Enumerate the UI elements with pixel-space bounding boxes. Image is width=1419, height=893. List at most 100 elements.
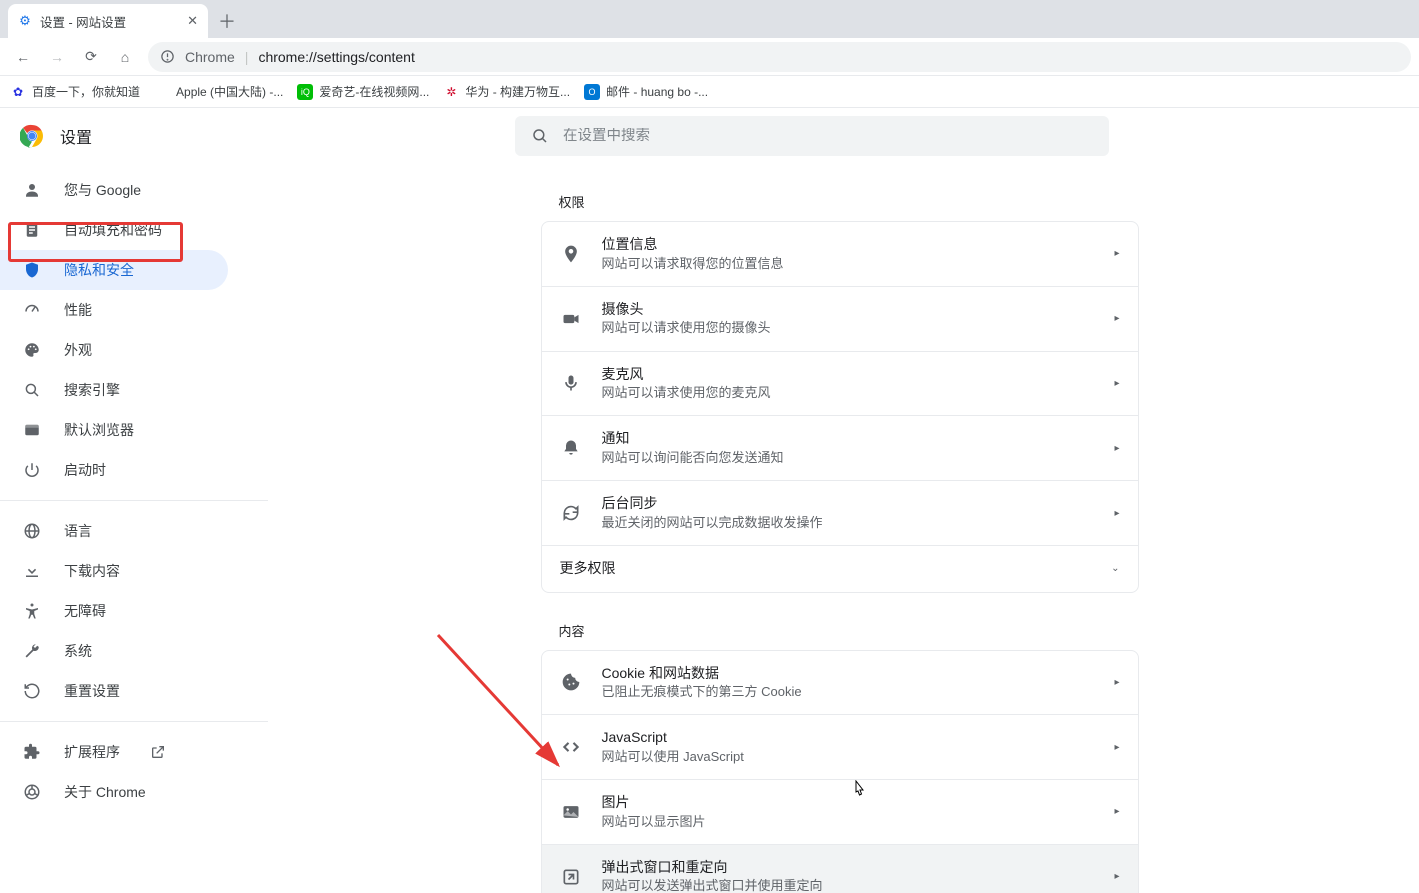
open-in-new-icon xyxy=(150,744,166,760)
bookmark-item[interactable]: ✿百度一下，你就知道 xyxy=(10,83,140,100)
home-button[interactable]: ⌂ xyxy=(110,42,140,72)
settings-header: 设置 xyxy=(0,108,1419,164)
location-icon xyxy=(560,244,582,264)
bookmark-item[interactable]: iQ爱奇艺-在线视频网... xyxy=(297,83,429,100)
sidebar-item-performance[interactable]: 性能 xyxy=(0,290,228,330)
chevron-right-icon: ▸ xyxy=(1114,677,1119,688)
content-card: Cookie 和网站数据已阻止无痕模式下的第三方 Cookie▸ JavaScr… xyxy=(541,650,1139,893)
popup-icon xyxy=(560,867,582,887)
image-icon xyxy=(560,802,582,822)
cookie-icon xyxy=(560,672,582,692)
settings-search-input[interactable] xyxy=(563,128,1093,144)
chevron-down-icon: ⌄ xyxy=(1111,563,1119,574)
globe-icon xyxy=(22,522,42,540)
chevron-right-icon: ▸ xyxy=(1114,742,1119,753)
row-images[interactable]: 图片网站可以显示图片▸ xyxy=(542,780,1138,845)
document-icon xyxy=(22,221,42,239)
chevron-right-icon: ▸ xyxy=(1114,508,1119,519)
sidebar-item-search-engine[interactable]: 搜索引擎 xyxy=(0,370,228,410)
settings-sidebar: 您与 Google 自动填充和密码 隐私和安全 性能 外观 搜索引擎 默认浏览器… xyxy=(0,164,268,893)
gear-icon: ⚙ xyxy=(18,14,32,28)
chevron-right-icon: ▸ xyxy=(1114,313,1119,324)
sidebar-item-language[interactable]: 语言 xyxy=(0,511,228,551)
speedometer-icon xyxy=(22,301,42,319)
settings-search[interactable] xyxy=(515,116,1109,156)
bookmark-bar: ✿百度一下，你就知道 Apple (中国大陆) -... iQ爱奇艺-在线视频网… xyxy=(0,76,1419,108)
chevron-right-icon: ▸ xyxy=(1114,378,1119,389)
sidebar-item-you-and-google[interactable]: 您与 Google xyxy=(0,170,228,210)
sidebar-item-downloads[interactable]: 下载内容 xyxy=(0,551,228,591)
sidebar-item-extensions[interactable]: 扩展程序 xyxy=(0,732,228,772)
camera-icon xyxy=(560,309,582,329)
omnibox[interactable]: Chrome | chrome://settings/content xyxy=(148,42,1411,72)
power-icon xyxy=(22,461,42,479)
browser-toolbar: ← → ⟳ ⌂ Chrome | chrome://settings/conte… xyxy=(0,38,1419,76)
bookmark-item[interactable]: Apple (中国大陆) -... xyxy=(154,83,283,100)
omnibox-path: chrome://settings/content xyxy=(258,49,414,65)
new-tab-button[interactable]: ＋ xyxy=(212,6,242,36)
row-more-permissions[interactable]: 更多权限⌄ xyxy=(542,546,1138,592)
microphone-icon xyxy=(560,373,582,393)
row-notifications[interactable]: 通知网站可以询问能否向您发送通知▸ xyxy=(542,416,1138,481)
row-microphone[interactable]: 麦克风网站可以请求使用您的麦克风▸ xyxy=(542,352,1138,417)
wrench-icon xyxy=(22,642,42,660)
row-background-sync[interactable]: 后台同步最近关闭的网站可以完成数据收发操作▸ xyxy=(542,481,1138,546)
section-title-permissions: 权限 xyxy=(559,192,1139,211)
sidebar-item-system[interactable]: 系统 xyxy=(0,631,228,671)
row-camera[interactable]: 摄像头网站可以请求使用您的摄像头▸ xyxy=(542,287,1138,352)
search-icon xyxy=(531,127,549,145)
close-icon[interactable]: ✕ xyxy=(187,13,198,29)
reload-button[interactable]: ⟳ xyxy=(76,42,106,72)
sidebar-item-about[interactable]: 关于 Chrome xyxy=(0,772,228,812)
paw-icon: ✿ xyxy=(10,84,26,100)
iqiyi-icon: iQ xyxy=(297,84,313,100)
row-popups[interactable]: 弹出式窗口和重定向网站可以发送弹出式窗口并使用重定向▸ xyxy=(542,845,1138,893)
apple-icon xyxy=(154,84,170,100)
person-icon xyxy=(22,181,42,199)
accessibility-icon xyxy=(22,602,42,620)
section-title-content: 内容 xyxy=(559,621,1139,640)
shield-icon xyxy=(22,261,42,279)
permissions-card: 位置信息网站可以请求取得您的位置信息▸ 摄像头网站可以请求使用您的摄像头▸ 麦克… xyxy=(541,221,1139,593)
row-cookies[interactable]: Cookie 和网站数据已阻止无痕模式下的第三方 Cookie▸ xyxy=(542,651,1138,716)
row-javascript[interactable]: JavaScript网站可以使用 JavaScript▸ xyxy=(542,715,1138,780)
code-icon xyxy=(560,737,582,757)
sidebar-item-reset[interactable]: 重置设置 xyxy=(0,671,228,711)
row-location[interactable]: 位置信息网站可以请求取得您的位置信息▸ xyxy=(542,222,1138,287)
chrome-logo-icon xyxy=(20,124,44,148)
download-icon xyxy=(22,562,42,580)
sidebar-item-autofill[interactable]: 自动填充和密码 xyxy=(0,210,228,250)
browser-icon xyxy=(22,421,42,439)
page-title: 设置 xyxy=(60,124,92,148)
chevron-right-icon: ▸ xyxy=(1114,871,1119,882)
bookmark-item[interactable]: ✲华为 - 构建万物互... xyxy=(443,83,570,100)
tab-strip: ⚙ 设置 - 网站设置 ✕ ＋ xyxy=(0,0,1419,38)
forward-button[interactable]: → xyxy=(42,42,72,72)
huawei-icon: ✲ xyxy=(443,84,459,100)
sidebar-item-privacy[interactable]: 隐私和安全 xyxy=(0,250,228,290)
outlook-icon: O xyxy=(584,84,600,100)
search-icon xyxy=(22,381,42,399)
tab-title: 设置 - 网站设置 xyxy=(40,12,126,31)
chevron-right-icon: ▸ xyxy=(1114,806,1119,817)
app-body: 您与 Google 自动填充和密码 隐私和安全 性能 外观 搜索引擎 默认浏览器… xyxy=(0,164,1419,893)
cursor-icon xyxy=(851,780,867,798)
sidebar-item-startup[interactable]: 启动时 xyxy=(0,450,228,490)
palette-icon xyxy=(22,341,42,359)
browser-tab[interactable]: ⚙ 设置 - 网站设置 ✕ xyxy=(8,4,208,38)
restore-icon xyxy=(22,682,42,700)
chevron-right-icon: ▸ xyxy=(1114,248,1119,259)
sidebar-item-default-browser[interactable]: 默认浏览器 xyxy=(0,410,228,450)
omnibox-host: Chrome xyxy=(185,49,235,65)
chrome-icon xyxy=(22,783,42,801)
bookmark-item[interactable]: O邮件 - huang bo -... xyxy=(584,83,708,100)
content-area: 权限 位置信息网站可以请求取得您的位置信息▸ 摄像头网站可以请求使用您的摄像头▸… xyxy=(268,164,1419,893)
sidebar-item-accessibility[interactable]: 无障碍 xyxy=(0,591,228,631)
sidebar-item-appearance[interactable]: 外观 xyxy=(0,330,228,370)
back-button[interactable]: ← xyxy=(8,42,38,72)
extension-icon xyxy=(22,743,42,761)
site-info-icon[interactable] xyxy=(160,49,175,64)
bell-icon xyxy=(560,438,582,458)
chevron-right-icon: ▸ xyxy=(1114,443,1119,454)
sync-icon xyxy=(560,503,582,523)
